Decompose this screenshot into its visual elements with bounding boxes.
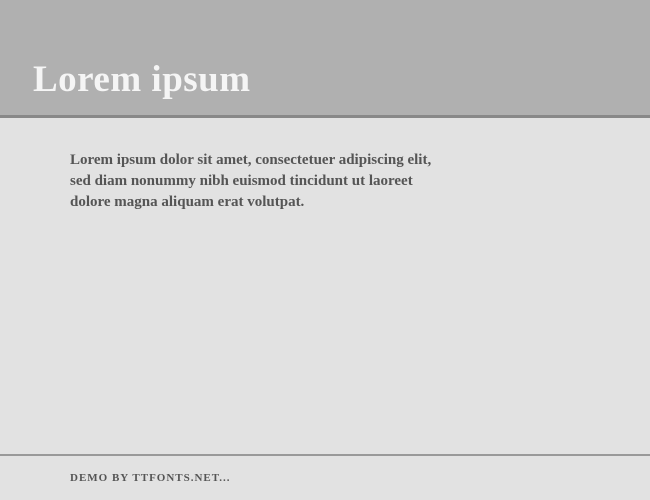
header-banner: Lorem ipsum bbox=[0, 0, 650, 118]
footer-credit: DEMO BY TTFONTS.NET... bbox=[70, 472, 580, 484]
content-area: Lorem ipsum dolor sit amet, consectetuer… bbox=[0, 118, 650, 454]
body-paragraph: Lorem ipsum dolor sit amet, consectetuer… bbox=[70, 150, 440, 213]
footer-area: DEMO BY TTFONTS.NET... bbox=[0, 454, 650, 497]
page-title: Lorem ipsum bbox=[33, 58, 251, 101]
